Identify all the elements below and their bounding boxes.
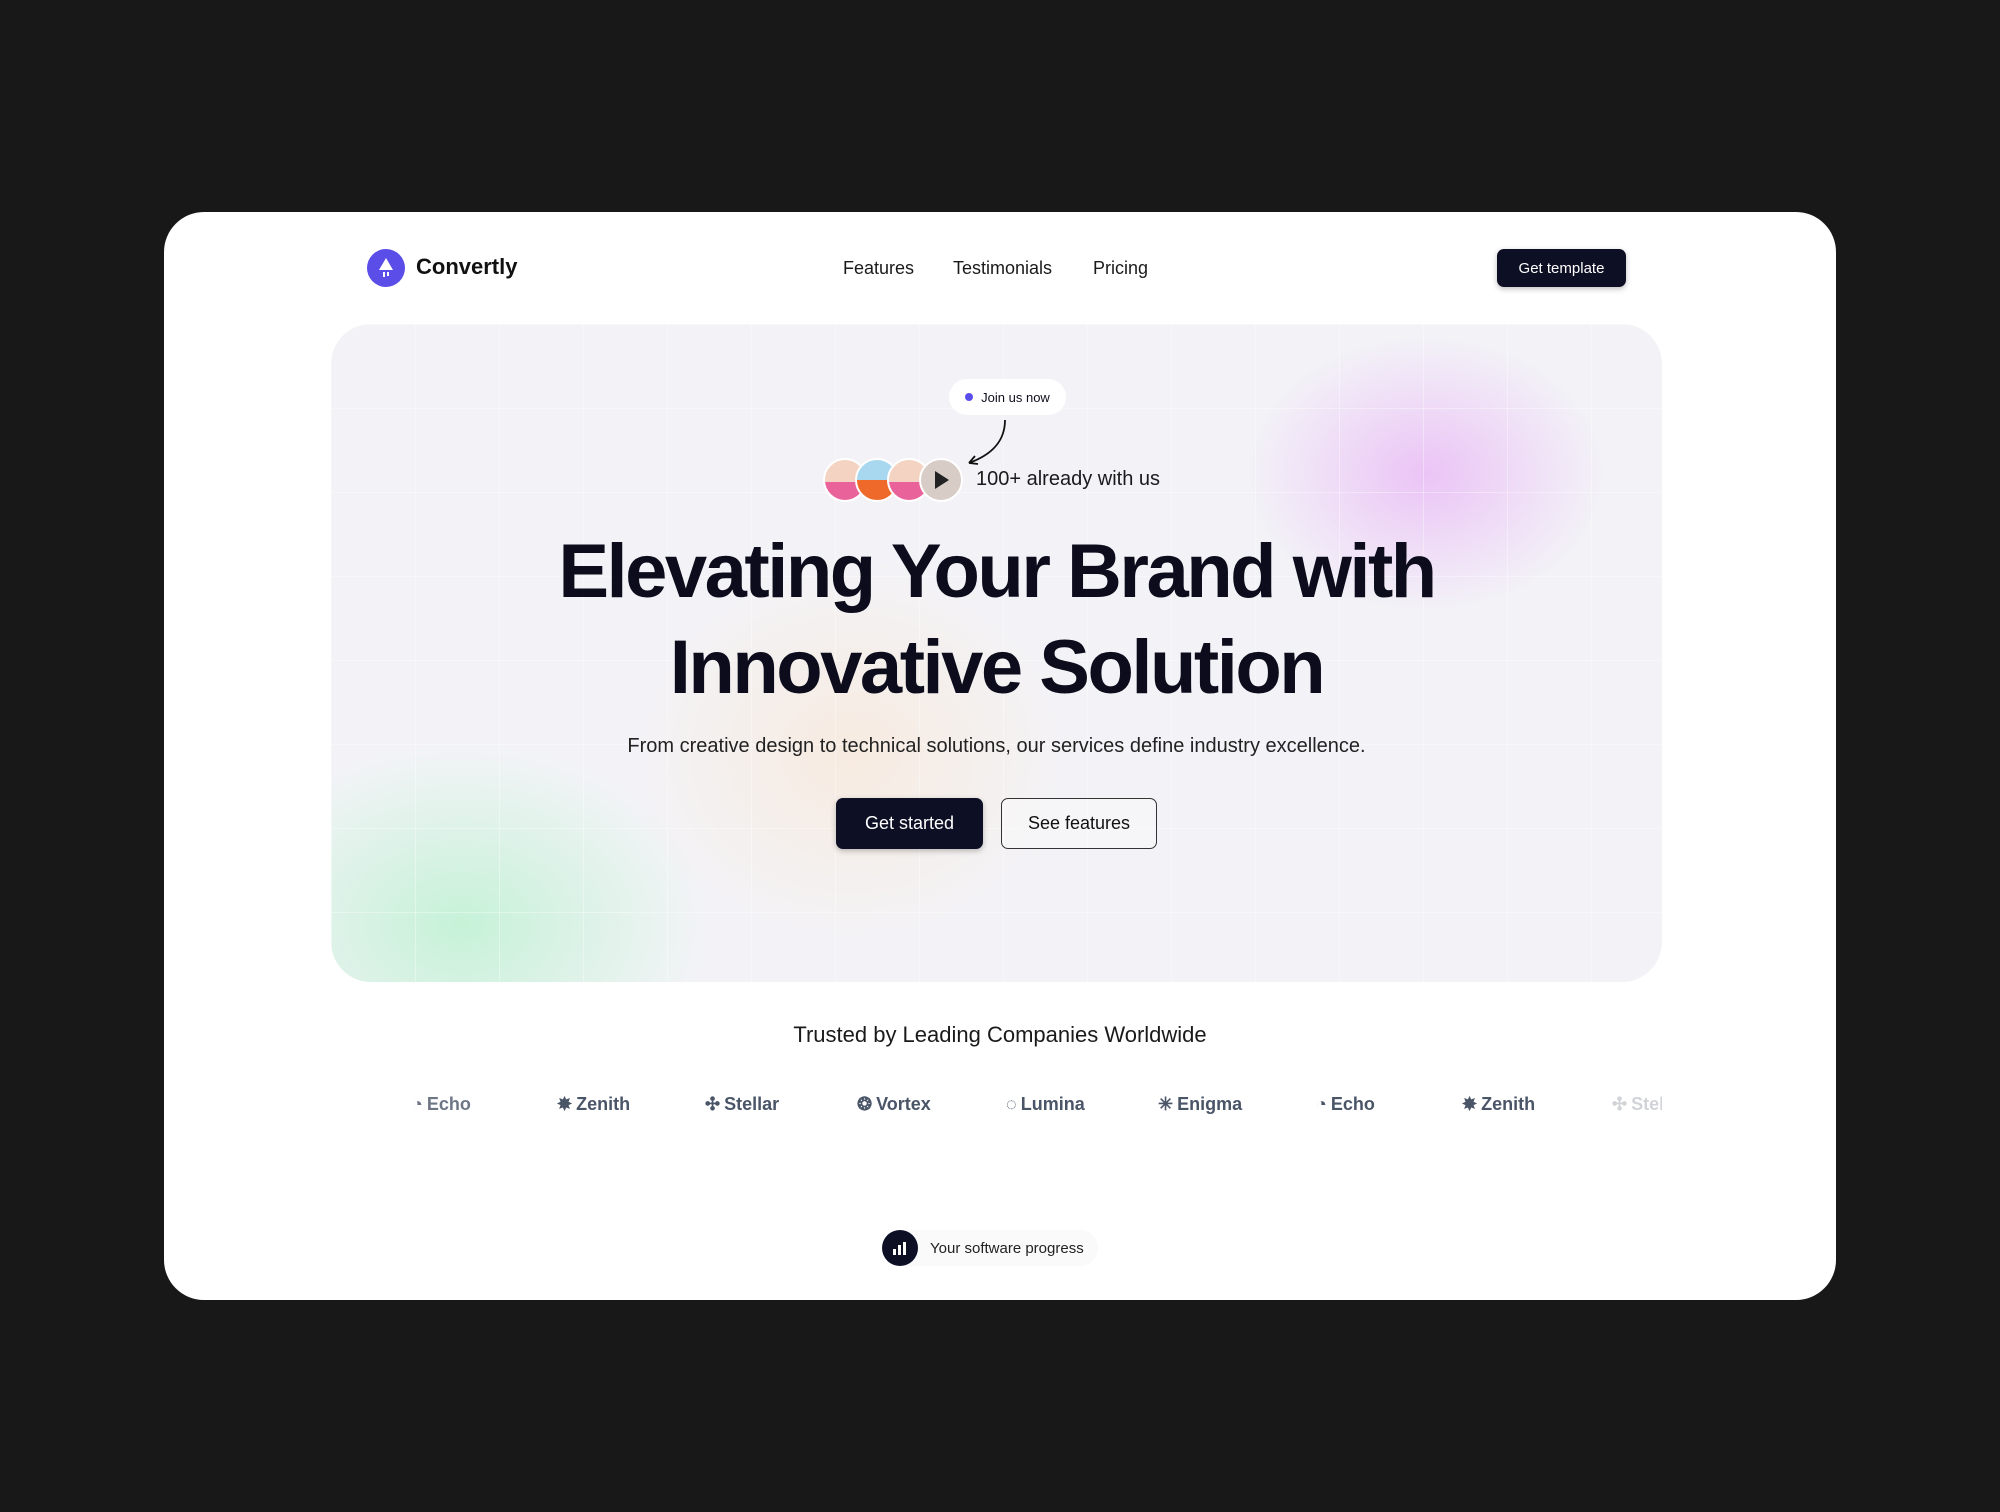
dot-icon (965, 393, 974, 401)
logo-zenith: ✸ Zenith (557, 1094, 631, 1114)
zenith-icon: ✸ (557, 1094, 573, 1114)
join-badge[interactable]: Join us now (949, 379, 1066, 415)
curved-arrow-icon (968, 419, 1006, 465)
logo-stellar: ✣Stellar (1612, 1094, 1662, 1114)
logo-echo: ◔ Echo (1316, 1094, 1375, 1114)
logo-zenith: ✸ Zenith (1462, 1094, 1536, 1114)
logo-echo: ◔ Echo (412, 1094, 471, 1114)
landing-page: Convertly Features Testimonials Pricing … (164, 212, 1836, 1300)
echo-icon: ◔ (1316, 1094, 1327, 1114)
stellar-icon: ✣ (705, 1094, 721, 1114)
hero-title-line1: Elevating Your Brand with (558, 529, 1437, 614)
hero-title-line2: Innovative Solution (669, 625, 1326, 710)
hero-section: Join us now 100+ already with us Elevati… (331, 324, 1662, 982)
trusted-heading: Trusted by Leading Companies Worldwide (793, 1022, 1207, 1047)
hero-subtitle: From creative design to technical soluti… (627, 735, 1366, 757)
rocket-logo-icon (367, 249, 405, 287)
bar-chart-icon (882, 1230, 918, 1266)
software-progress-label: Your software progress (930, 1239, 1084, 1257)
get-started-button[interactable]: Get started (836, 798, 983, 849)
logo-vortex: ❂ Vortex (857, 1094, 931, 1114)
echo-icon: ◔ (412, 1094, 423, 1114)
see-features-button[interactable]: See features (1001, 798, 1157, 849)
zenith-icon: ✸ (1462, 1094, 1478, 1114)
logo-enigma: ✳ Enigma (1158, 1094, 1243, 1114)
nav-features[interactable]: Features (843, 258, 914, 279)
brand-name: Convertly (416, 254, 518, 279)
logo-lumina: ◌ Lumina (1006, 1094, 1085, 1114)
social-proof-text: 100+ already with us (976, 468, 1161, 490)
join-badge-label: Join us now (981, 389, 1050, 405)
software-progress-badge: Your software progress (882, 1230, 1098, 1266)
play-icon (935, 471, 949, 489)
logo-stellar: ✣Stellar (705, 1094, 780, 1114)
stellar-icon: ✣ (1612, 1094, 1628, 1114)
vortex-icon: ❂ (857, 1094, 873, 1114)
get-template-button[interactable]: Get template (1497, 249, 1626, 287)
nav-testimonials[interactable]: Testimonials (953, 258, 1052, 279)
play-button[interactable] (919, 458, 963, 502)
enigma-icon: ✳ (1158, 1094, 1174, 1114)
nav-pricing[interactable]: Pricing (1093, 258, 1148, 279)
lumina-icon: ◌ (1006, 1094, 1017, 1114)
